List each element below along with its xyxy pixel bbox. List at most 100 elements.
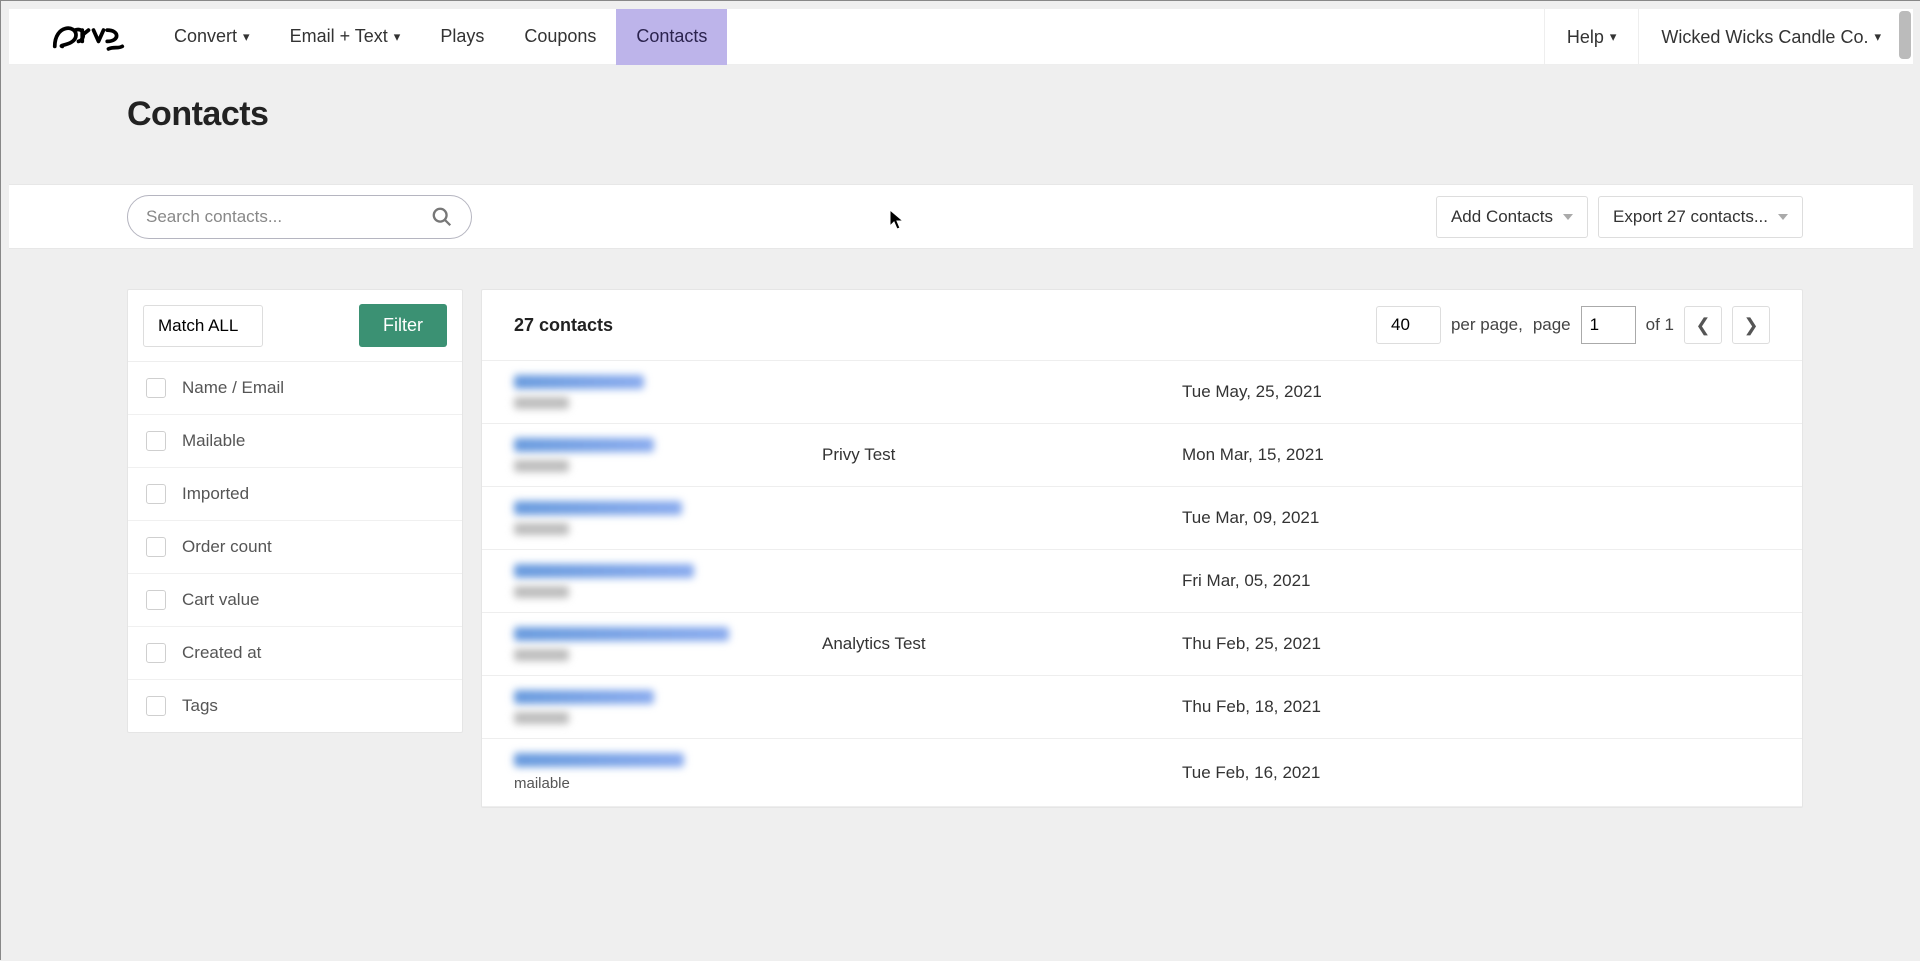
contact-email-redacted bbox=[514, 690, 654, 704]
table-row[interactable]: Thu Feb, 18, 2021 bbox=[482, 676, 1802, 739]
prev-page-button[interactable]: ❮ bbox=[1684, 306, 1722, 344]
pagination: 40 per page, page of 1 ❮ ❯ bbox=[1376, 306, 1770, 344]
checkbox[interactable] bbox=[146, 378, 166, 398]
checkbox[interactable] bbox=[146, 590, 166, 610]
nav-item-plays[interactable]: Plays bbox=[420, 9, 504, 65]
contact-status-redacted bbox=[514, 523, 569, 535]
contact-date: Thu Feb, 25, 2021 bbox=[1182, 634, 1321, 654]
chevron-down-icon: ▾ bbox=[243, 29, 250, 45]
search-icon bbox=[431, 206, 453, 228]
per-page-value: 40 bbox=[1391, 315, 1410, 335]
filter-row-label: Name / Email bbox=[182, 378, 284, 398]
export-contacts-label: Export 27 contacts... bbox=[1613, 207, 1768, 227]
account-menu[interactable]: Wicked Wicks Candle Co. ▾ bbox=[1638, 9, 1903, 65]
checkbox[interactable] bbox=[146, 643, 166, 663]
contact-date: Thu Feb, 18, 2021 bbox=[1182, 697, 1321, 717]
contact-date: Mon Mar, 15, 2021 bbox=[1182, 445, 1324, 465]
page-input[interactable] bbox=[1581, 306, 1636, 344]
contact-name: Privy Test bbox=[822, 445, 1182, 465]
filter-row-order-count[interactable]: Order count bbox=[128, 521, 462, 574]
table-row[interactable]: Tue Mar, 09, 2021 bbox=[482, 487, 1802, 550]
filter-row-cart-value[interactable]: Cart value bbox=[128, 574, 462, 627]
table-row[interactable]: mailable Tue Feb, 16, 2021 bbox=[482, 739, 1802, 807]
nav-item-email-text[interactable]: Email + Text ▾ bbox=[270, 9, 421, 65]
contact-email-redacted bbox=[514, 375, 644, 389]
search-input[interactable] bbox=[146, 207, 431, 227]
chevron-down-icon: ▾ bbox=[1874, 29, 1881, 45]
checkbox[interactable] bbox=[146, 696, 166, 716]
filter-row-label: Created at bbox=[182, 643, 261, 663]
chevron-down-icon: ▾ bbox=[1610, 29, 1617, 45]
export-contacts-button[interactable]: Export 27 contacts... bbox=[1598, 196, 1803, 238]
contacts-table: 27 contacts 40 per page, page of 1 ❮ ❯ T… bbox=[481, 289, 1803, 808]
page-text: page bbox=[1533, 315, 1571, 335]
toolbar: Add Contacts Export 27 contacts... bbox=[9, 184, 1913, 249]
filters-head: Match ALL Filter bbox=[128, 290, 462, 362]
contact-status-redacted bbox=[514, 712, 569, 724]
help-label: Help bbox=[1567, 27, 1604, 48]
nav-item-label: Contacts bbox=[636, 26, 707, 47]
table-row[interactable]: Analytics TestThu Feb, 25, 2021 bbox=[482, 613, 1802, 676]
account-label: Wicked Wicks Candle Co. bbox=[1661, 27, 1868, 48]
nav-item-label: Email + Text bbox=[290, 26, 388, 47]
caret-down-icon bbox=[1563, 214, 1573, 220]
table-row[interactable]: Privy TestMon Mar, 15, 2021 bbox=[482, 424, 1802, 487]
page-header: Contacts bbox=[9, 65, 1913, 184]
contact-name: Analytics Test bbox=[822, 634, 1182, 654]
top-nav: Convert ▾ Email + Text ▾ Plays Coupons Contact… bbox=[9, 9, 1913, 65]
logo[interactable] bbox=[51, 19, 126, 55]
filter-row-created-at[interactable]: Created at bbox=[128, 627, 462, 680]
per-page-text: per page, bbox=[1451, 315, 1523, 335]
filter-row-name-email[interactable]: Name / Email bbox=[128, 362, 462, 415]
page-title: Contacts bbox=[127, 95, 1913, 134]
contact-status-redacted bbox=[514, 649, 569, 661]
filter-row-tags[interactable]: Tags bbox=[128, 680, 462, 732]
table-head: 27 contacts 40 per page, page of 1 ❮ ❯ bbox=[482, 290, 1802, 361]
nav-item-label: Convert bbox=[174, 26, 237, 47]
contact-email-redacted bbox=[514, 564, 694, 578]
contact-email-redacted bbox=[514, 438, 654, 452]
contact-status-redacted bbox=[514, 586, 569, 598]
nav-item-label: Plays bbox=[440, 26, 484, 47]
checkbox[interactable] bbox=[146, 484, 166, 504]
filter-button[interactable]: Filter bbox=[359, 304, 447, 347]
help-menu[interactable]: Help ▾ bbox=[1544, 9, 1639, 65]
contact-date: Tue Mar, 09, 2021 bbox=[1182, 508, 1319, 528]
add-contacts-button[interactable]: Add Contacts bbox=[1436, 196, 1588, 238]
contact-date: Tue Feb, 16, 2021 bbox=[1182, 763, 1320, 783]
filter-row-imported[interactable]: Imported bbox=[128, 468, 462, 521]
contacts-count: 27 contacts bbox=[514, 315, 613, 336]
chevron-right-icon: ❯ bbox=[1743, 315, 1758, 336]
contact-date: Fri Mar, 05, 2021 bbox=[1182, 571, 1311, 591]
contact-date: Tue May, 25, 2021 bbox=[1182, 382, 1322, 402]
mailable-label: mailable bbox=[514, 775, 822, 792]
contact-email-redacted bbox=[514, 753, 684, 767]
nav-item-contacts[interactable]: Contacts bbox=[616, 9, 727, 65]
checkbox[interactable] bbox=[146, 431, 166, 451]
search-input-wrap[interactable] bbox=[127, 195, 472, 239]
filters-panel: Match ALL Filter Name / Email Mailable Imp… bbox=[127, 289, 463, 733]
filter-row-label: Mailable bbox=[182, 431, 245, 451]
filter-row-label: Imported bbox=[182, 484, 249, 504]
chevron-down-icon: ▾ bbox=[394, 29, 401, 45]
caret-down-icon bbox=[1778, 214, 1788, 220]
nav-item-label: Coupons bbox=[524, 26, 596, 47]
table-row[interactable]: Fri Mar, 05, 2021 bbox=[482, 550, 1802, 613]
next-page-button[interactable]: ❯ bbox=[1732, 306, 1770, 344]
match-mode-button[interactable]: Match ALL bbox=[143, 305, 263, 347]
nav-item-coupons[interactable]: Coupons bbox=[504, 9, 616, 65]
contact-status-redacted bbox=[514, 460, 569, 472]
filter-row-label: Tags bbox=[182, 696, 218, 716]
of-text: of 1 bbox=[1646, 315, 1674, 335]
checkbox[interactable] bbox=[146, 537, 166, 557]
filter-row-mailable[interactable]: Mailable bbox=[128, 415, 462, 468]
filter-row-label: Order count bbox=[182, 537, 272, 557]
table-row[interactable]: Tue May, 25, 2021 bbox=[482, 361, 1802, 424]
per-page-select[interactable]: 40 bbox=[1376, 306, 1441, 344]
main-content: Match ALL Filter Name / Email Mailable Imp… bbox=[9, 249, 1913, 953]
match-mode-label: Match ALL bbox=[158, 316, 238, 336]
add-contacts-label: Add Contacts bbox=[1451, 207, 1553, 227]
contact-email-redacted bbox=[514, 501, 682, 515]
chevron-left-icon: ❮ bbox=[1695, 315, 1710, 336]
nav-item-convert[interactable]: Convert ▾ bbox=[154, 9, 270, 65]
